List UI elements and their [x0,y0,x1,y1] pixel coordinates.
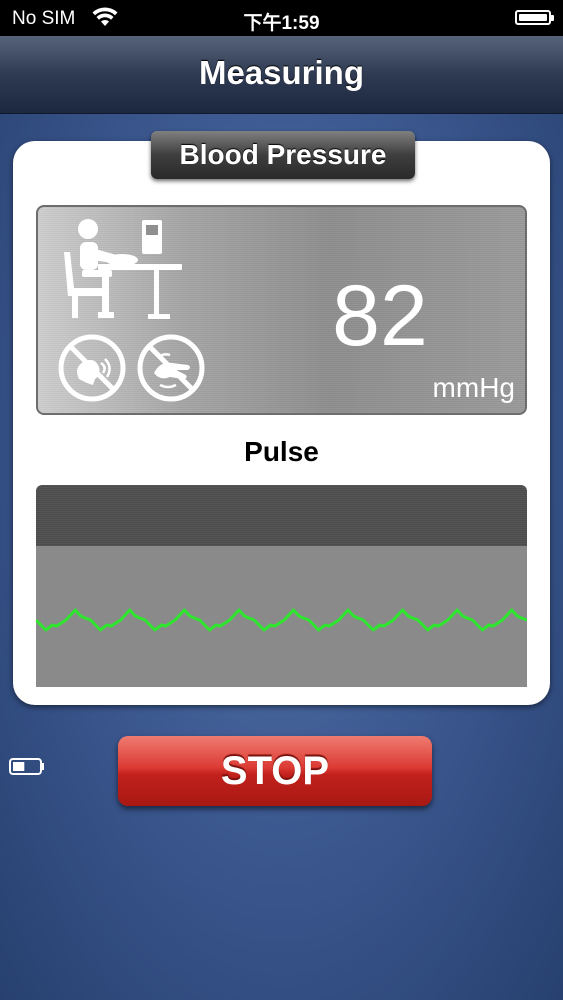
pulse-chart [36,485,527,687]
status-time: 下午1:59 [243,13,320,34]
pulse-waveform [36,608,527,632]
battery-icon [515,10,554,25]
page-title: Measuring [198,54,365,91]
card-tab-title: Blood Pressure [151,131,415,179]
device-battery-icon [9,758,44,775]
seated-posture-icon [64,219,182,319]
status-bar: No SIM 下午1:59 [0,0,563,36]
no-talking-icon [58,334,126,402]
stop-button[interactable]: STOP [118,736,432,806]
pressure-unit: mmHg [432,372,515,403]
pulse-label: Pulse [244,436,319,467]
no-moving-icon [137,334,205,402]
navigation-bar: Measuring [0,36,563,114]
pressure-value: 82 [332,268,428,364]
pulse-chart-header [36,485,527,546]
